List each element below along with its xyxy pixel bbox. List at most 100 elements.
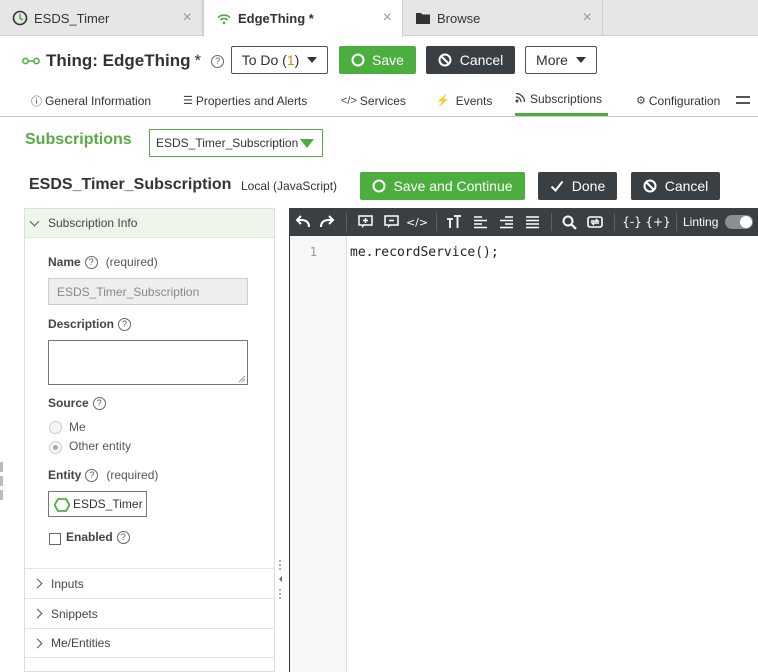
- snippets-section[interactable]: Snippets: [25, 598, 274, 628]
- help-icon[interactable]: ?: [92, 396, 106, 410]
- help-icon[interactable]: ?: [118, 317, 132, 331]
- enabled-field-label: Enabled ?: [66, 530, 130, 544]
- browser-tab-label: EdgeThing *: [238, 11, 314, 26]
- tab-subscriptions[interactable]: Subscriptions: [515, 84, 608, 116]
- name-input-value: ESDS_Timer_Subscription: [57, 284, 200, 299]
- help-icon[interactable]: ?: [116, 530, 130, 544]
- circle-icon: [372, 179, 386, 193]
- tab-events[interactable]: ⚡ Events: [436, 84, 492, 117]
- tab-label: Properties and Alerts: [195, 93, 308, 108]
- feed-icon: [515, 91, 527, 106]
- redo-icon[interactable]: [319, 214, 335, 230]
- resize-handle-icon[interactable]: [238, 375, 246, 383]
- check-icon: [550, 180, 564, 192]
- source-me-radio[interactable]: [49, 421, 62, 434]
- caret-down-icon: [575, 57, 586, 63]
- align-justify-icon[interactable]: [524, 214, 540, 230]
- subscription-info-title: Subscription Info: [48, 216, 138, 230]
- align-left-icon[interactable]: [472, 214, 488, 230]
- tab-configuration[interactable]: ⚙ Configuration: [636, 84, 720, 117]
- description-label: Description: [48, 317, 115, 331]
- code-editor[interactable]: 1 me.recordService();: [289, 236, 758, 672]
- more-dropdown[interactable]: More: [525, 46, 597, 74]
- tab-properties-and-alerts[interactable]: ☰ Properties and Alerts: [183, 84, 307, 117]
- section-label: Inputs: [51, 576, 84, 591]
- entity-label: Entity: [48, 468, 82, 482]
- enabled-checkbox[interactable]: [49, 533, 61, 545]
- code-icon[interactable]: </>: [406, 214, 428, 230]
- save-and-continue-label: Save and Continue: [393, 178, 513, 194]
- text-size-icon[interactable]: [446, 214, 462, 230]
- window-resize-handle-icon[interactable]: [0, 462, 4, 502]
- clock-icon: [12, 10, 28, 26]
- gear-icon: ⚙: [636, 95, 646, 107]
- name-input[interactable]: ESDS_Timer_Subscription: [48, 278, 248, 305]
- editor-toolbar: </> {-} {+} Linting: [289, 208, 758, 236]
- page-title: Thing: EdgeThing * ?: [22, 48, 225, 74]
- info-icon: ⓘ: [31, 95, 42, 108]
- more-label: More: [536, 52, 568, 68]
- source-other-entity-label: Other entity: [69, 439, 132, 453]
- tab-label: Subscriptions: [530, 91, 603, 106]
- chevron-right-icon: [32, 638, 43, 648]
- toolbar-divider: [551, 213, 552, 231]
- browser-tab-edgething[interactable]: EdgeThing * ×: [203, 0, 403, 37]
- section-label: Snippets: [51, 606, 98, 621]
- align-right-icon[interactable]: [498, 214, 514, 230]
- line-gutter: 1: [290, 236, 347, 672]
- panel-splitter[interactable]: [275, 208, 289, 672]
- collapse-braces-icon[interactable]: {-}: [622, 214, 642, 230]
- undo-icon[interactable]: [295, 214, 311, 230]
- chevron-right-icon: [32, 578, 43, 589]
- search-icon[interactable]: [561, 214, 577, 230]
- tab-services[interactable]: </> Services: [341, 84, 406, 117]
- tab-general-information[interactable]: ⓘ General Information: [31, 84, 151, 117]
- inputs-section[interactable]: Inputs: [25, 568, 274, 598]
- browser-tab-browse[interactable]: Browse ×: [403, 0, 603, 36]
- remove-comment-icon[interactable]: [383, 214, 399, 230]
- close-icon[interactable]: ×: [583, 10, 592, 26]
- todo-label-close: ): [294, 52, 300, 68]
- description-textarea[interactable]: [48, 340, 248, 385]
- bolt-icon: ⚡: [436, 95, 450, 107]
- circle-icon: [351, 53, 365, 67]
- close-icon[interactable]: ×: [383, 10, 392, 26]
- save-button[interactable]: Save: [339, 46, 416, 74]
- subscription-select[interactable]: ESDS_Timer_Subscription: [149, 129, 323, 157]
- source-field-label: Source ?: [48, 396, 106, 410]
- required-text: (required): [106, 468, 159, 482]
- todo-count: 1: [286, 52, 295, 68]
- subscription-type: Local (JavaScript): [241, 179, 338, 193]
- help-icon[interactable]: ?: [85, 468, 99, 482]
- entity-picker[interactable]: ESDS_Timer: [48, 491, 147, 517]
- todo-label: To Do (: [241, 52, 287, 68]
- linting-label: Linting: [683, 215, 719, 229]
- me-entities-section[interactable]: Me/Entities: [25, 628, 274, 658]
- browser-tab-esds-timer[interactable]: ESDS_Timer ×: [0, 0, 203, 36]
- modified-marker: *: [194, 51, 202, 70]
- save-and-continue-button[interactable]: Save and Continue: [360, 172, 525, 200]
- browser-tab-bar: ESDS_Timer × EdgeThing * × Browse ×: [0, 0, 758, 37]
- help-icon[interactable]: ?: [84, 255, 98, 269]
- subscription-info-header[interactable]: Subscription Info: [25, 209, 274, 238]
- entity-field-label: Entity ? (required): [48, 468, 158, 482]
- todo-dropdown[interactable]: To Do (1): [231, 46, 328, 74]
- caret-down-icon: [300, 139, 314, 148]
- cancel-button[interactable]: Cancel: [426, 46, 515, 74]
- overflow-tabs-icon[interactable]: [736, 96, 750, 104]
- replace-icon[interactable]: [587, 214, 603, 230]
- subscription-cancel-button[interactable]: Cancel: [631, 172, 720, 200]
- linting-toggle[interactable]: [725, 215, 753, 229]
- drag-handle-icon: [279, 560, 282, 599]
- source-other-entity-radio[interactable]: [49, 441, 62, 454]
- done-button[interactable]: Done: [538, 172, 617, 200]
- toolbar-divider: [346, 213, 347, 231]
- tab-label: Services: [359, 93, 406, 108]
- code-line[interactable]: me.recordService();: [350, 245, 499, 260]
- subscription-title: ESDS_Timer_Subscription: [29, 176, 232, 193]
- help-icon[interactable]: ?: [211, 54, 225, 68]
- close-icon[interactable]: ×: [183, 10, 192, 26]
- tab-label: Events: [455, 93, 493, 108]
- add-comment-icon[interactable]: [357, 214, 373, 230]
- expand-braces-icon[interactable]: {+}: [645, 214, 670, 230]
